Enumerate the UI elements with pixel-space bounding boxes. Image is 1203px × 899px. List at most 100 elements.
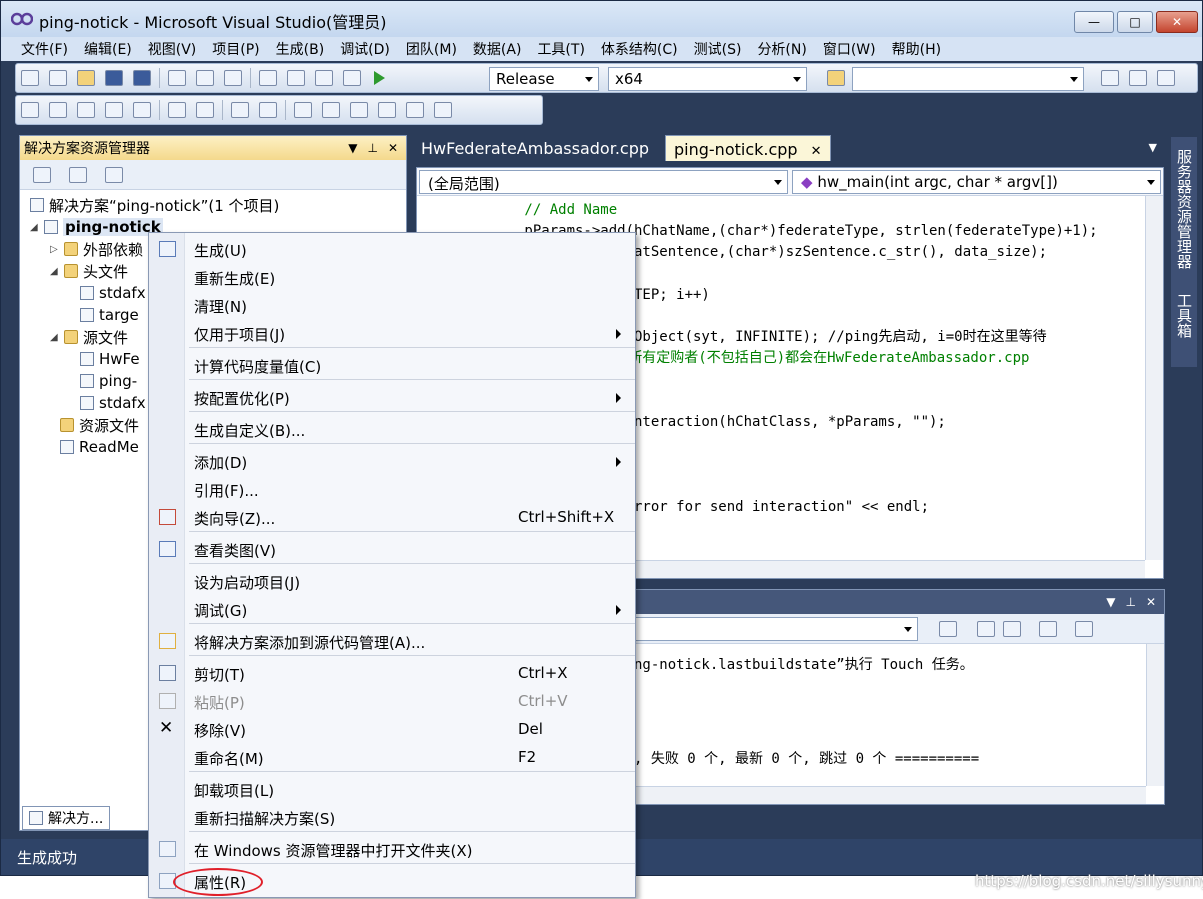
bookmark-next-folder-icon[interactable]: [406, 102, 424, 118]
start-debugging-icon[interactable]: [374, 71, 385, 85]
context-menu-item[interactable]: 在 Windows 资源管理器中打开文件夹(X): [149, 835, 635, 863]
expand-arrow-icon[interactable]: ▷: [50, 244, 64, 255]
context-menu-item[interactable]: 清理(N): [149, 291, 635, 319]
navigate-forward-icon[interactable]: [343, 70, 361, 86]
context-menu-item[interactable]: 剪切(T) Ctrl+X: [149, 659, 635, 687]
bookmark-clear-icon[interactable]: [434, 102, 452, 118]
tree-item[interactable]: 资源文件: [60, 414, 139, 436]
tab-hwfederateambassador[interactable]: HwFederateAmbassador.cpp: [413, 135, 657, 161]
context-menu-item[interactable]: 查看类图(V): [149, 535, 635, 563]
add-item-icon[interactable]: [49, 70, 67, 86]
close-panel-icon[interactable]: ✕: [388, 141, 398, 155]
member-list-icon[interactable]: [21, 102, 39, 118]
properties-window-icon[interactable]: [1129, 70, 1147, 86]
configuration-dropdown[interactable]: Release: [489, 67, 599, 91]
output-horizontal-scrollbar[interactable]: [632, 786, 1146, 804]
menu-item[interactable]: 数据(A): [465, 39, 530, 59]
comment-out-icon[interactable]: [231, 102, 249, 118]
context-menu-item[interactable]: 按配置优化(P): [149, 383, 635, 411]
go-to-next-message-icon[interactable]: [1003, 621, 1021, 637]
expand-arrow-icon[interactable]: ◢: [50, 332, 64, 343]
tree-item[interactable]: ping-: [80, 370, 137, 392]
context-menu-item[interactable]: 添加(D): [149, 447, 635, 475]
toolbox-tab[interactable]: 工具箱: [1174, 293, 1195, 338]
bookmark-next-icon[interactable]: [350, 102, 368, 118]
tree-item[interactable]: ▷ 外部依赖: [50, 238, 143, 260]
bookmark-toggle-icon[interactable]: [294, 102, 312, 118]
minimize-button[interactable]: —: [1074, 11, 1114, 33]
menu-item[interactable]: 编辑(E): [76, 39, 140, 59]
editor-horizontal-scrollbar[interactable]: [617, 560, 1145, 578]
context-menu-item[interactable]: 重命名(M) F2: [149, 743, 635, 771]
increase-indent-icon[interactable]: [196, 102, 214, 118]
context-menu-item[interactable]: ✕ 移除(V) Del: [149, 715, 635, 743]
server-explorer-tab[interactable]: 服务器资源管理器: [1174, 149, 1195, 269]
editor-vertical-scrollbar[interactable]: [1145, 196, 1163, 560]
menu-item[interactable]: 工具(T): [529, 39, 592, 59]
window-position-icon[interactable]: ▼: [1106, 595, 1115, 609]
find-in-files-icon[interactable]: [827, 70, 845, 86]
paste-icon[interactable]: [224, 70, 242, 86]
context-menu-item[interactable]: 计算代码度量值(C): [149, 351, 635, 379]
tree-item[interactable]: ◢ 头文件: [50, 260, 128, 282]
context-menu-item[interactable]: 仅用于项目(J): [149, 319, 635, 347]
tree-item[interactable]: targe: [80, 304, 139, 326]
tree-project-node[interactable]: ◢ ping-notick: [30, 216, 163, 238]
platform-dropdown[interactable]: x64: [608, 67, 807, 91]
undo-icon[interactable]: [259, 70, 277, 86]
tree-item[interactable]: ◢ 源文件: [50, 326, 128, 348]
context-menu-item[interactable]: 类向导(Z)... Ctrl+Shift+X: [149, 503, 635, 531]
quick-info-icon[interactable]: [77, 102, 95, 118]
word-wrap-icon[interactable]: [1075, 621, 1093, 637]
save-icon[interactable]: [105, 70, 123, 86]
uncomment-icon[interactable]: [259, 102, 277, 118]
menu-item[interactable]: 体系结构(C): [593, 39, 686, 59]
go-to-prev-message-icon[interactable]: [977, 621, 995, 637]
tree-item[interactable]: stdafx: [80, 392, 146, 414]
context-menu-item[interactable]: 调试(G): [149, 595, 635, 623]
member-dropdown[interactable]: ◆ hw_main(int argc, char * argv[]): [792, 170, 1161, 194]
context-menu-item[interactable]: 生成自定义(B)...: [149, 415, 635, 443]
tree-item[interactable]: stdafx: [80, 282, 146, 304]
scope-dropdown[interactable]: (全局范围): [419, 170, 788, 194]
bookmark-prev-folder-icon[interactable]: [378, 102, 396, 118]
toolbox-icon[interactable]: [1157, 70, 1175, 86]
navigate-backward-icon[interactable]: [315, 70, 333, 86]
context-menu-item[interactable]: 设为启动项目(J): [149, 567, 635, 595]
properties-icon[interactable]: [33, 166, 51, 183]
menu-item[interactable]: 生成(B): [268, 39, 333, 59]
tree-item[interactable]: ReadMe: [60, 436, 139, 458]
tree-item[interactable]: HwFe: [80, 348, 140, 370]
show-all-files-icon[interactable]: [69, 166, 87, 183]
menu-item[interactable]: 分析(N): [749, 39, 814, 59]
tree-solution-node[interactable]: 解决方案“ping-notick”(1 个项目): [30, 194, 279, 216]
menu-item[interactable]: 窗口(W): [815, 39, 884, 59]
clear-all-icon[interactable]: [1039, 621, 1057, 637]
window-position-icon[interactable]: ▼: [348, 141, 357, 155]
solution-explorer-tab[interactable]: 解决方...: [22, 806, 111, 830]
tab-list-chevron-icon[interactable]: ▼: [1149, 141, 1157, 154]
parameter-info-icon[interactable]: [49, 102, 67, 118]
pin-icon[interactable]: ⊥: [367, 141, 377, 155]
solution-explorer-icon[interactable]: [1101, 70, 1119, 86]
decrease-indent-icon[interactable]: [168, 102, 186, 118]
menu-item[interactable]: 团队(M): [398, 39, 465, 59]
close-tab-icon[interactable]: ✕: [811, 144, 822, 159]
word-complete-icon[interactable]: [105, 102, 123, 118]
find-message-icon[interactable]: [939, 621, 957, 637]
menu-item[interactable]: 视图(V): [140, 39, 205, 59]
pin-icon[interactable]: ⊥: [1125, 595, 1135, 609]
display-word-icon[interactable]: [133, 102, 151, 118]
menu-item[interactable]: 测试(S): [686, 39, 750, 59]
context-menu-item[interactable]: 生成(U): [149, 235, 635, 263]
open-file-icon[interactable]: [77, 70, 95, 86]
menu-item[interactable]: 调试(D): [332, 39, 398, 59]
context-menu-item[interactable]: 卸载项目(L): [149, 775, 635, 803]
output-vertical-scrollbar[interactable]: [1146, 644, 1164, 786]
menu-item[interactable]: 项目(P): [204, 39, 267, 59]
new-project-icon[interactable]: [21, 70, 39, 86]
save-all-icon[interactable]: [133, 70, 151, 86]
collapse-arrow-icon[interactable]: ◢: [30, 222, 44, 233]
context-menu-item[interactable]: 将解决方案添加到源代码管理(A)...: [149, 627, 635, 655]
class-view-icon[interactable]: [105, 166, 123, 183]
